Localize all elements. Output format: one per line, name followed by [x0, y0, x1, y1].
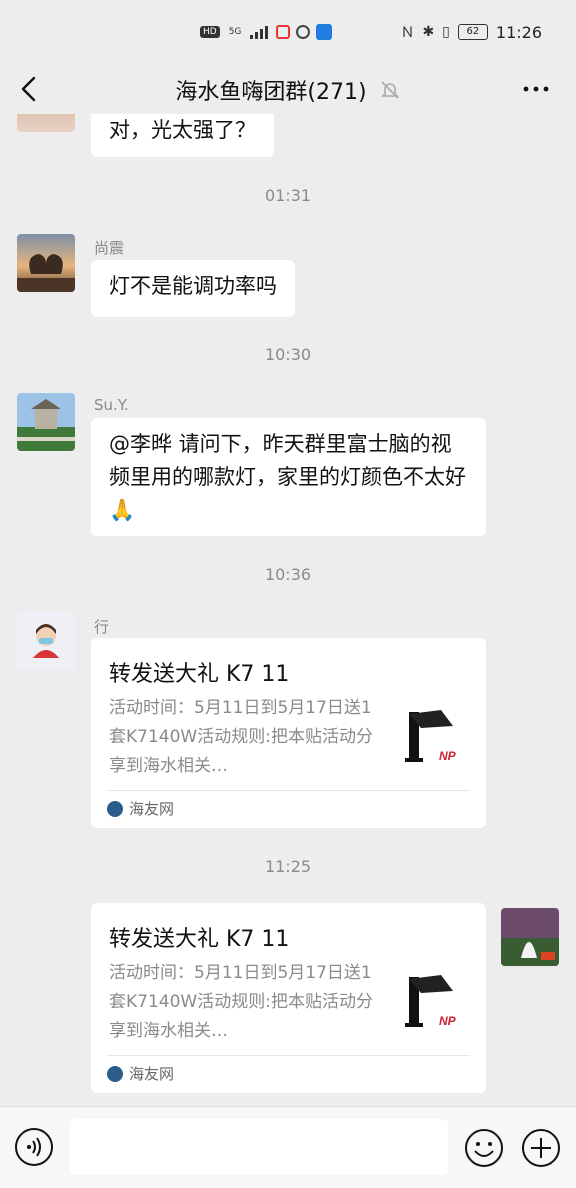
link-card[interactable]: 转发送大礼 K7 11 活动时间：5月11日到5月17日送1套K7140W活动规… [91, 638, 486, 828]
timestamp: 01:31 [264, 186, 312, 205]
message-bubble[interactable]: 灯不是能调功率吗 [91, 260, 295, 317]
clock: 11:26 [495, 22, 542, 42]
app-notification-icon [276, 25, 291, 39]
mute-bell-icon [380, 81, 399, 99]
sender-name: 行 [94, 618, 110, 636]
timestamp: 10:30 [264, 345, 312, 364]
status-bar: HD 5G Ｎ ✱ ▯ 62 11:26 [0, 0, 576, 64]
svg-text:NP: NP [439, 749, 457, 763]
chat-message-list[interactable]: 对，光太强了？ 01:31 尚震 灯不是能调功率吗 10:30 Su.Y. @李… [0, 114, 576, 1106]
source-icon [107, 1065, 123, 1082]
emoji-icon[interactable] [463, 1127, 505, 1169]
chat-title[interactable]: 海水鱼嗨团群(271) [175, 74, 366, 106]
avatar[interactable] [501, 908, 559, 966]
bluetooth-icon: ✱ [422, 24, 435, 40]
app-badge-icon [316, 24, 333, 40]
sender-name: Su.Y. [94, 396, 129, 414]
nfc-icon: Ｎ [400, 25, 415, 41]
signal-icon [250, 25, 270, 39]
svg-text:NP: NP [439, 1014, 457, 1028]
avatar[interactable] [17, 393, 75, 451]
hd-badge: HD [200, 26, 220, 38]
network-label: 5G [228, 27, 242, 37]
input-bar [0, 1106, 576, 1188]
source-icon [107, 800, 123, 817]
avatar[interactable] [17, 114, 75, 132]
battery-icon: 62 [457, 24, 488, 40]
card-title: 转发送大礼 K7 11 [109, 662, 290, 687]
link-card[interactable]: 转发送大礼 K7 11 活动时间：5月11日到5月17日送1套K7140W活动规… [91, 903, 486, 1093]
status-icons-right: Ｎ ✱ ▯ 62 11:26 [400, 22, 542, 42]
sender-name: 尚震 [94, 239, 125, 257]
avatar[interactable] [17, 234, 75, 292]
card-description: 活动时间：5月11日到5月17日送1套K7140W活动规则:把本贴活动分享到海水… [109, 698, 373, 776]
more-actions-plus-icon[interactable] [520, 1127, 562, 1169]
vibrate-icon: ▯ [442, 24, 450, 40]
message-bubble[interactable]: @李晔 请问下，昨天群里富士脑的视频里用的哪款灯，家里的灯颜色不太好🙏 [91, 418, 486, 536]
more-options-icon[interactable] [522, 78, 550, 100]
card-title: 转发送大礼 K7 11 [109, 927, 290, 952]
timestamp: 11:25 [264, 857, 312, 876]
status-icons-left: HD 5G [200, 24, 333, 40]
timestamp: 10:36 [264, 565, 312, 584]
chat-header: 海水鱼嗨团群(271) [0, 64, 576, 114]
message-bubble[interactable]: 对，光太强了？ [91, 114, 274, 157]
sync-icon [296, 25, 311, 39]
card-description: 活动时间：5月11日到5月17日送1套K7140W活动规则:把本贴活动分享到海水… [109, 963, 373, 1041]
avatar[interactable] [17, 612, 75, 670]
card-thumbnail: NP [401, 702, 469, 778]
voice-input-icon[interactable] [14, 1127, 54, 1167]
message-input[interactable] [70, 1119, 448, 1175]
card-source: 海友网 [129, 1065, 175, 1083]
card-thumbnail: NP [401, 967, 469, 1043]
card-source: 海友网 [129, 800, 175, 818]
